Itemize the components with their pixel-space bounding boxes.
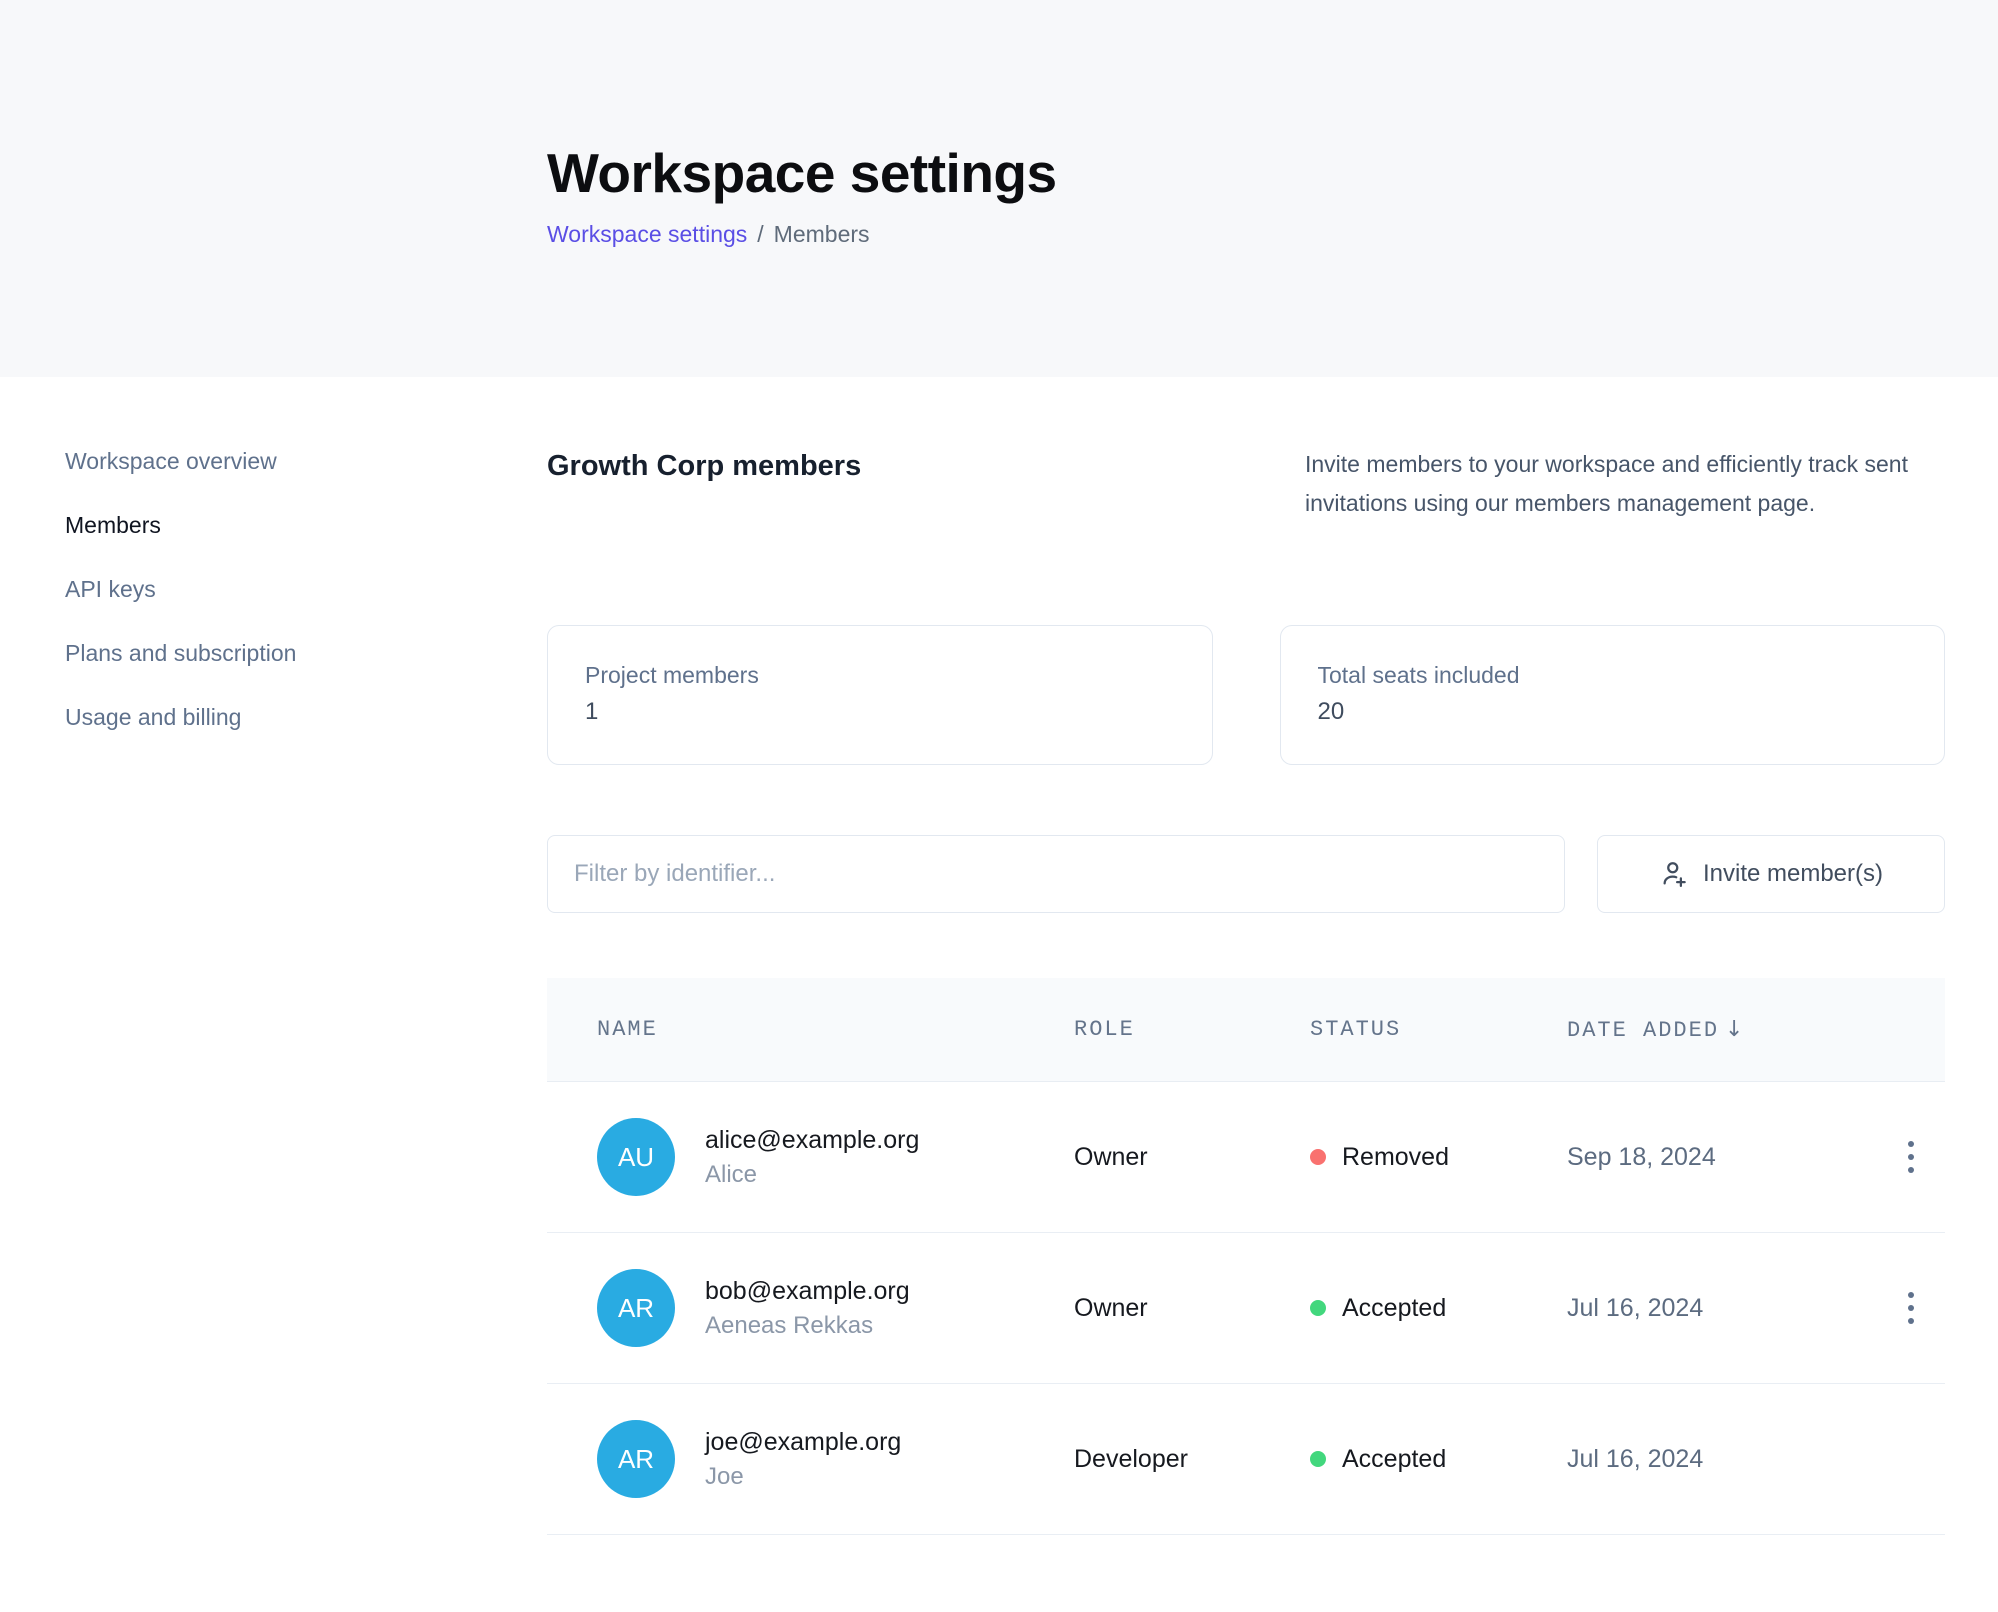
stat-label: Project members (585, 662, 1212, 689)
member-email: bob@example.org (705, 1275, 910, 1307)
invite-members-button-label: Invite member(s) (1703, 860, 1883, 888)
page-title: Workspace settings (547, 142, 1945, 205)
members-main: Growth Corp members Invite members to yo… (547, 445, 1945, 1535)
column-header-date-added-label: DATE ADDED (1567, 1018, 1719, 1043)
member-actions-cell (1877, 1435, 1945, 1483)
breadcrumb-link-workspace-settings[interactable]: Workspace settings (547, 221, 747, 248)
member-role: Owner (1074, 1294, 1310, 1323)
member-status-cell: Accepted (1310, 1294, 1567, 1323)
breadcrumb-current: Members (774, 221, 870, 248)
stat-value: 1 (585, 698, 1212, 726)
settings-sidebar: Workspace overview Members API keys Plan… (65, 445, 547, 1535)
member-role: Owner (1074, 1143, 1310, 1172)
column-header-role[interactable]: ROLE (1074, 1017, 1310, 1042)
section-heading: Growth Corp members (547, 445, 861, 565)
sidebar-item-usage-and-billing[interactable]: Usage and billing (65, 703, 241, 731)
sidebar-item-workspace-overview[interactable]: Workspace overview (65, 447, 277, 475)
member-date-added: Sep 18, 2024 (1567, 1143, 1877, 1172)
member-name: Aeneas Rekkas (705, 1310, 910, 1341)
content-area: Workspace overview Members API keys Plan… (0, 377, 1998, 1535)
filter-row: Invite member(s) (547, 835, 1945, 913)
page-header: Workspace settings Workspace settings / … (0, 0, 1998, 377)
column-header-status[interactable]: STATUS (1310, 1017, 1567, 1042)
row-menu-kebab-icon[interactable] (1900, 1133, 1922, 1181)
member-actions-cell (1877, 1133, 1945, 1181)
member-identity-cell: AR bob@example.org Aeneas Rekkas (597, 1269, 1074, 1347)
invite-members-button[interactable]: Invite member(s) (1597, 835, 1945, 913)
breadcrumb: Workspace settings / Members (547, 221, 1945, 248)
member-identity-cell: AR joe@example.org Joe (597, 1420, 1074, 1498)
member-row: AU alice@example.org Alice Owner Removed… (547, 1082, 1945, 1233)
member-name: Alice (705, 1159, 919, 1190)
sidebar-item-members[interactable]: Members (65, 511, 161, 539)
row-menu-kebab-icon[interactable] (1900, 1284, 1922, 1332)
sidebar-item-plans-and-subscription[interactable]: Plans and subscription (65, 639, 296, 667)
column-header-date-added[interactable]: DATE ADDED↓ (1567, 1017, 1877, 1043)
member-status: Removed (1342, 1143, 1449, 1172)
stat-value: 20 (1318, 698, 1945, 726)
status-dot-icon (1310, 1300, 1326, 1316)
member-identity-cell: AU alice@example.org Alice (597, 1118, 1074, 1196)
member-identity-text: bob@example.org Aeneas Rekkas (705, 1275, 910, 1341)
member-status-cell: Removed (1310, 1143, 1567, 1172)
member-email: alice@example.org (705, 1124, 919, 1156)
stat-card-project-members: Project members 1 (547, 625, 1213, 765)
avatar: AR (597, 1420, 675, 1498)
member-status: Accepted (1342, 1445, 1446, 1474)
avatar: AR (597, 1269, 675, 1347)
table-header-row: NAME ROLE STATUS DATE ADDED↓ (547, 978, 1945, 1082)
member-identity-text: joe@example.org Joe (705, 1426, 901, 1492)
member-date-added: Jul 16, 2024 (1567, 1294, 1877, 1323)
sort-descending-icon: ↓ (1725, 1017, 1743, 1042)
member-actions-cell (1877, 1284, 1945, 1332)
column-header-name[interactable]: NAME (597, 1017, 1074, 1042)
member-date-added: Jul 16, 2024 (1567, 1445, 1877, 1474)
stat-label: Total seats included (1318, 662, 1945, 689)
member-role: Developer (1074, 1445, 1310, 1474)
stats-row: Project members 1 Total seats included 2… (547, 625, 1945, 765)
member-name: Joe (705, 1461, 901, 1492)
member-status: Accepted (1342, 1294, 1446, 1323)
avatar: AU (597, 1118, 675, 1196)
members-header-row: Growth Corp members Invite members to yo… (547, 445, 1945, 565)
status-dot-icon (1310, 1149, 1326, 1165)
member-identity-text: alice@example.org Alice (705, 1124, 919, 1190)
member-row: AR joe@example.org Joe Developer Accepte… (547, 1384, 1945, 1535)
sidebar-item-api-keys[interactable]: API keys (65, 575, 156, 603)
user-plus-icon (1659, 859, 1689, 889)
stat-card-total-seats: Total seats included 20 (1280, 625, 1946, 765)
section-description: Invite members to your workspace and eff… (1305, 445, 1945, 565)
filter-input[interactable] (547, 835, 1565, 913)
member-status-cell: Accepted (1310, 1445, 1567, 1474)
breadcrumb-separator: / (757, 221, 763, 248)
member-row: AR bob@example.org Aeneas Rekkas Owner A… (547, 1233, 1945, 1384)
member-email: joe@example.org (705, 1426, 901, 1458)
table-body: AU alice@example.org Alice Owner Removed… (547, 1082, 1945, 1535)
status-dot-icon (1310, 1451, 1326, 1467)
members-table: NAME ROLE STATUS DATE ADDED↓ AU alice@ex… (547, 978, 1945, 1535)
